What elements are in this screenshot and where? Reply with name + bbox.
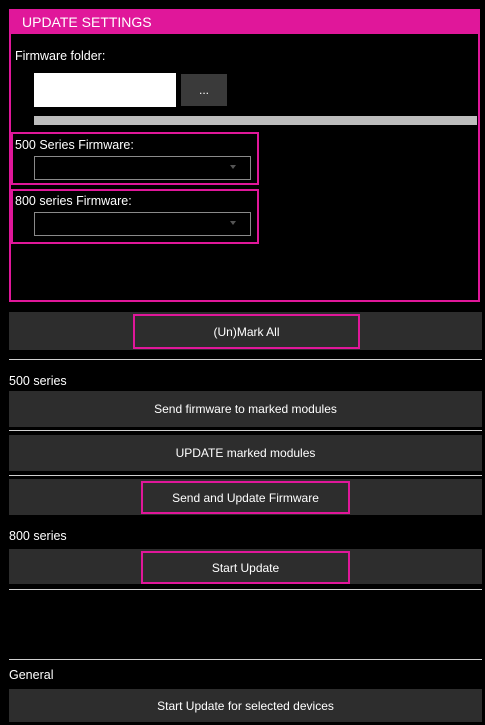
start-update-bar: Start Update [9,549,482,584]
divider [9,475,482,476]
series500-heading: 500 series [9,374,67,388]
series500-firmware-label: 500 Series Firmware: [15,138,134,152]
unmark-all-label: (Un)Mark All [213,324,280,339]
send-and-update-bar: Send and Update Firmware [9,479,482,515]
start-update-selected-button[interactable]: Start Update for selected devices [9,689,482,722]
general-heading: General [9,668,54,682]
start-update-label: Start Update [211,560,280,575]
firmware-folder-label: Firmware folder: [15,49,106,63]
unmark-all-button[interactable]: (Un)Mark All [133,314,360,349]
series500-firmware-select[interactable] [34,156,251,180]
start-update-button[interactable]: Start Update [141,551,350,584]
chevron-down-icon [230,221,236,225]
update-marked-label: UPDATE marked modules [175,446,316,460]
series500-firmware-group: 500 Series Firmware: [11,132,259,185]
send-firmware-button[interactable]: Send firmware to marked modules [9,391,482,427]
update-settings-panel: UPDATE SETTINGS Firmware folder: ... 500… [9,9,480,302]
series800-firmware-label: 800 series Firmware: [15,194,132,208]
browse-folder-button[interactable]: ... [181,74,227,106]
series800-heading: 800 series [9,529,67,543]
divider [9,659,482,660]
panel-title: UPDATE SETTINGS [11,11,478,34]
firmware-folder-input[interactable] [34,73,176,107]
divider [9,589,482,590]
send-firmware-label: Send firmware to marked modules [154,402,337,416]
update-marked-button[interactable]: UPDATE marked modules [9,435,482,471]
series800-firmware-select[interactable] [34,212,251,236]
send-and-update-label: Send and Update Firmware [172,490,319,505]
chevron-down-icon [230,165,236,169]
divider [9,359,482,360]
firmware-progress-bar [34,116,477,125]
series800-firmware-group: 800 series Firmware: [11,189,259,244]
start-update-selected-label: Start Update for selected devices [157,698,334,713]
unmark-all-bar: (Un)Mark All [9,312,482,350]
send-and-update-button[interactable]: Send and Update Firmware [141,481,350,514]
divider [9,430,482,431]
